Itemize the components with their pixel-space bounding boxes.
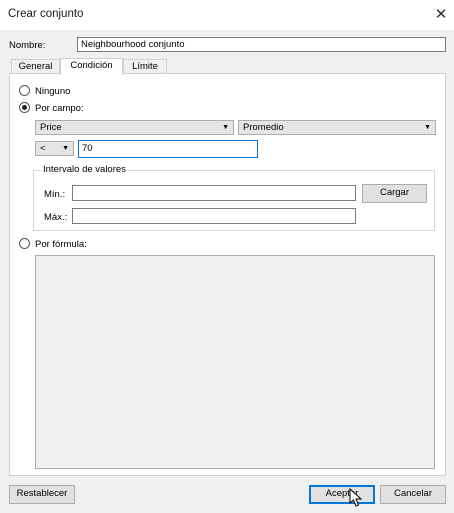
aggregation-select[interactable]: Promedio ▼ [238,120,436,135]
operator-select-value: < [40,143,46,154]
close-icon[interactable]: ✕ [431,5,451,25]
field-select[interactable]: Price ▼ [35,120,234,135]
min-label: Mín.: [44,189,66,200]
by-field-radio[interactable] [19,102,30,113]
chevron-down-icon: ▼ [222,124,229,131]
range-group-label: Intervalo de valores [41,164,128,175]
name-input[interactable]: Neighbourhood conjunto [77,37,446,52]
field-select-value: Price [40,122,62,133]
by-field-label: Por campo: [35,103,84,114]
aggregation-select-value: Promedio [243,122,284,133]
formula-textarea[interactable] [35,255,435,469]
by-formula-radio[interactable] [19,238,30,249]
threshold-input[interactable]: 70 [78,140,258,158]
none-label: Ninguno [35,86,71,97]
load-button[interactable]: Cargar [362,184,427,203]
reset-button[interactable]: Restablecer [9,485,75,504]
ok-button[interactable]: Aceptar [309,485,375,504]
none-radio[interactable] [19,85,30,96]
name-label: Nombre: [9,40,46,51]
max-input[interactable] [72,208,356,224]
chevron-down-icon: ▼ [424,124,431,131]
min-input[interactable] [72,185,356,201]
operator-select[interactable]: < ▼ [35,141,74,156]
window-title: Crear conjunto [8,8,84,20]
title-bar: Crear conjunto ✕ [0,0,454,30]
tab-limite[interactable]: Límite [123,59,167,74]
cancel-button[interactable]: Cancelar [380,485,446,504]
by-formula-label: Por fórmula: [35,239,87,250]
max-label: Máx.: [44,212,68,223]
radio-selected-dot [22,105,27,110]
mouse-cursor-icon [349,488,363,507]
tab-general[interactable]: General [11,59,60,74]
tab-condicion[interactable]: Condición [60,58,123,75]
chevron-down-icon: ▼ [62,145,69,152]
